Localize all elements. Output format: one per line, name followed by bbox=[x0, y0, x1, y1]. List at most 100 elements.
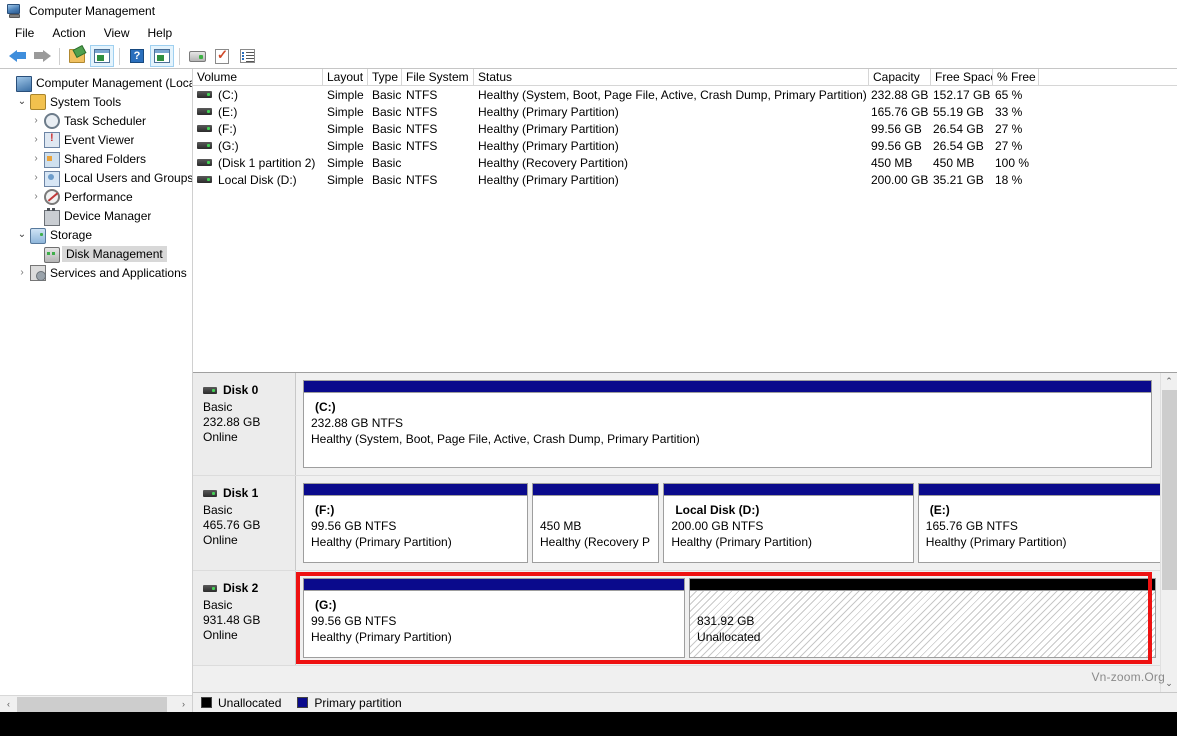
partition-name-empty bbox=[697, 597, 1148, 613]
graph-vertical-scrollbar[interactable]: ⌃ ⌄ bbox=[1160, 373, 1177, 692]
chevron-down-icon[interactable]: ⌄ bbox=[14, 92, 30, 111]
graph-scroll-up-button[interactable]: ⌃ bbox=[1161, 373, 1177, 390]
volume-status-cell: Healthy (Primary Partition) bbox=[478, 138, 619, 153]
rescan-disks-icon bbox=[188, 50, 206, 62]
properties-button[interactable] bbox=[210, 45, 234, 67]
menu-action[interactable]: Action bbox=[43, 24, 94, 42]
chevron-right-icon[interactable]: › bbox=[28, 111, 44, 130]
sidebar-item-device-manager[interactable]: Device Manager bbox=[0, 206, 192, 226]
partition-block[interactable]: (C:) 232.88 GB NTFS Healthy (System, Boot,… bbox=[303, 380, 1152, 468]
disk-name: Disk 0 bbox=[223, 383, 259, 397]
table-row[interactable]: (G:) Simple Basic NTFS Healthy (Primary Part… bbox=[193, 137, 1177, 154]
chevron-right-icon[interactable]: › bbox=[28, 130, 44, 149]
column-header-file-system[interactable]: File System bbox=[402, 69, 474, 85]
volume-freespace-cell: 26.54 GB bbox=[933, 121, 984, 136]
disk-size: 931.48 GB bbox=[203, 613, 261, 627]
graph-scroll-thumb[interactable] bbox=[1162, 390, 1177, 590]
sidebar-item-label: Task Scheduler bbox=[64, 113, 147, 128]
volume-capacity-cell: 165.76 GB bbox=[871, 104, 929, 119]
legend-swatch bbox=[297, 697, 309, 708]
column-header-layout[interactable]: Layout bbox=[323, 69, 368, 85]
rescan-disks-button[interactable] bbox=[185, 45, 209, 67]
menu-help[interactable]: Help bbox=[139, 24, 182, 42]
sidebar-item-local-users-and-groups[interactable]: › Local Users and Groups bbox=[0, 168, 192, 187]
column-header-status[interactable]: Status bbox=[474, 69, 869, 85]
disk-type: Basic bbox=[203, 503, 233, 517]
sidebar-item-services-and-applications[interactable]: › Services and Applications bbox=[0, 263, 192, 282]
volume-layout-cell: Simple bbox=[327, 104, 364, 119]
show-console-tree-button[interactable] bbox=[90, 45, 114, 67]
volume-type-cell: Basic bbox=[372, 155, 402, 170]
tree-scroll-right-button[interactable]: › bbox=[175, 696, 192, 713]
column-header-free[interactable]: % Free bbox=[993, 69, 1039, 85]
disk-icon bbox=[203, 585, 217, 592]
partition-status: Healthy (Primary Partition) bbox=[925, 535, 1067, 549]
chevron-down-icon[interactable]: ⌄ bbox=[14, 225, 30, 244]
disk-title: Disk 2 bbox=[203, 581, 295, 596]
sidebar-item-shared-folders[interactable]: › Shared Folders bbox=[0, 149, 192, 168]
volume-capacity-cell: 200.00 GB bbox=[871, 172, 929, 187]
table-row[interactable]: (E:) Simple Basic NTFS Healthy (Primary Part… bbox=[193, 103, 1177, 120]
sidebar-item-computer-management-local[interactable]: Computer Management (Local bbox=[0, 73, 192, 92]
volume-capacity-cell: 99.56 GB bbox=[871, 121, 922, 136]
partition-block[interactable]: Local Disk (D:) 200.00 GB NTFS Healthy (Pr… bbox=[663, 483, 914, 563]
sidebar-item-label: Shared Folders bbox=[64, 151, 147, 166]
column-header-free-space[interactable]: Free Space bbox=[931, 69, 993, 85]
table-row[interactable]: (F:) Simple Basic NTFS Healthy (Primary Part… bbox=[193, 120, 1177, 137]
partition-details: 831.92 GB Unallocated bbox=[690, 591, 1155, 657]
drive-icon bbox=[197, 125, 212, 132]
toolbar-separator-3 bbox=[179, 47, 180, 65]
partition-block[interactable]: 450 MB Healthy (Recovery P bbox=[531, 483, 660, 563]
partition-strip: (F:) 99.56 GB NTFS Healthy (Primary Partit… bbox=[296, 476, 1160, 570]
disk-info-panel[interactable]: Disk 1 Basic 465.76 GB Online bbox=[193, 476, 296, 570]
tree-horizontal-scrollbar[interactable]: ‹ › bbox=[0, 695, 192, 713]
menu-file[interactable]: File bbox=[6, 24, 43, 42]
up-folder-icon bbox=[69, 49, 85, 63]
sidebar-item-storage[interactable]: ⌄ Storage bbox=[0, 225, 192, 244]
chevron-right-icon[interactable]: › bbox=[28, 149, 44, 168]
partition-block[interactable]: (G:) 99.56 GB NTFS Healthy (Primary Partit… bbox=[303, 578, 686, 658]
toolbar-separator-1 bbox=[59, 47, 60, 65]
partition-block[interactable]: (E:) 165.76 GB NTFS Healthy (Primary Parti… bbox=[917, 483, 1160, 563]
disk-state: Online bbox=[203, 533, 238, 547]
column-header-volume[interactable]: Volume bbox=[193, 69, 323, 85]
unallocated-partition-block[interactable]: 831.92 GB Unallocated bbox=[689, 578, 1156, 658]
table-row[interactable]: (C:) Simple Basic NTFS Healthy (System, Boot… bbox=[193, 86, 1177, 103]
menu-view[interactable]: View bbox=[95, 24, 139, 42]
graph-scroll-track[interactable] bbox=[1161, 390, 1177, 675]
volume-layout-cell: Simple bbox=[327, 172, 364, 187]
sidebar-item-performance[interactable]: › Performance bbox=[0, 187, 192, 206]
disk-info-panel[interactable]: Disk 0 Basic 232.88 GB Online bbox=[193, 373, 296, 475]
tree-scroll-left-button[interactable]: ‹ bbox=[0, 696, 17, 713]
up-one-level-button[interactable] bbox=[65, 45, 89, 67]
volume-status-cell: Healthy (Primary Partition) bbox=[478, 172, 619, 187]
chevron-right-icon[interactable]: › bbox=[28, 168, 44, 187]
table-row[interactable]: Local Disk (D:) Simple Basic NTFS Healthy (P… bbox=[193, 171, 1177, 188]
show-action-pane-button[interactable] bbox=[150, 45, 174, 67]
forward-button[interactable] bbox=[30, 45, 54, 67]
chevron-right-icon[interactable]: › bbox=[14, 263, 30, 282]
tree-scroll-track[interactable] bbox=[17, 695, 175, 713]
tree-scroll-thumb[interactable] bbox=[17, 696, 167, 712]
help-button[interactable]: ? bbox=[125, 45, 149, 67]
chevron-right-icon[interactable]: › bbox=[28, 187, 44, 206]
table-row[interactable]: (Disk 1 partition 2) Simple Basic Healthy (… bbox=[193, 154, 1177, 171]
column-header-type[interactable]: Type bbox=[368, 69, 402, 85]
graphical-disk-view: Disk 0 Basic 232.88 GB Online (C:) 232.88 GB … bbox=[193, 373, 1177, 692]
shared-folders-icon bbox=[44, 151, 60, 168]
sidebar-item-event-viewer[interactable]: › Event Viewer bbox=[0, 130, 192, 149]
sidebar-item-system-tools[interactable]: ⌄ System Tools bbox=[0, 92, 192, 111]
sidebar-item-disk-management[interactable]: Disk Management bbox=[0, 244, 192, 263]
disk-info-panel[interactable]: Disk 2 Basic 931.48 GB Online bbox=[193, 571, 296, 665]
volume-filesystem-cell: NTFS bbox=[406, 172, 438, 187]
volume-name-cell: (G:) bbox=[193, 138, 323, 154]
column-header-capacity[interactable]: Capacity bbox=[869, 69, 931, 85]
sidebar-item-label: System Tools bbox=[50, 94, 122, 109]
sidebar-item-task-scheduler[interactable]: › Task Scheduler bbox=[0, 111, 192, 130]
partition-block[interactable]: (F:) 99.56 GB NTFS Healthy (Primary Partit… bbox=[303, 483, 528, 563]
back-button[interactable] bbox=[5, 45, 29, 67]
volume-type-cell: Basic bbox=[372, 104, 402, 119]
list-view-button[interactable] bbox=[235, 45, 259, 67]
sidebar-item-label: Performance bbox=[64, 189, 133, 204]
console-tree: Computer Management (Local ⌄ System Tools ›… bbox=[0, 69, 192, 695]
